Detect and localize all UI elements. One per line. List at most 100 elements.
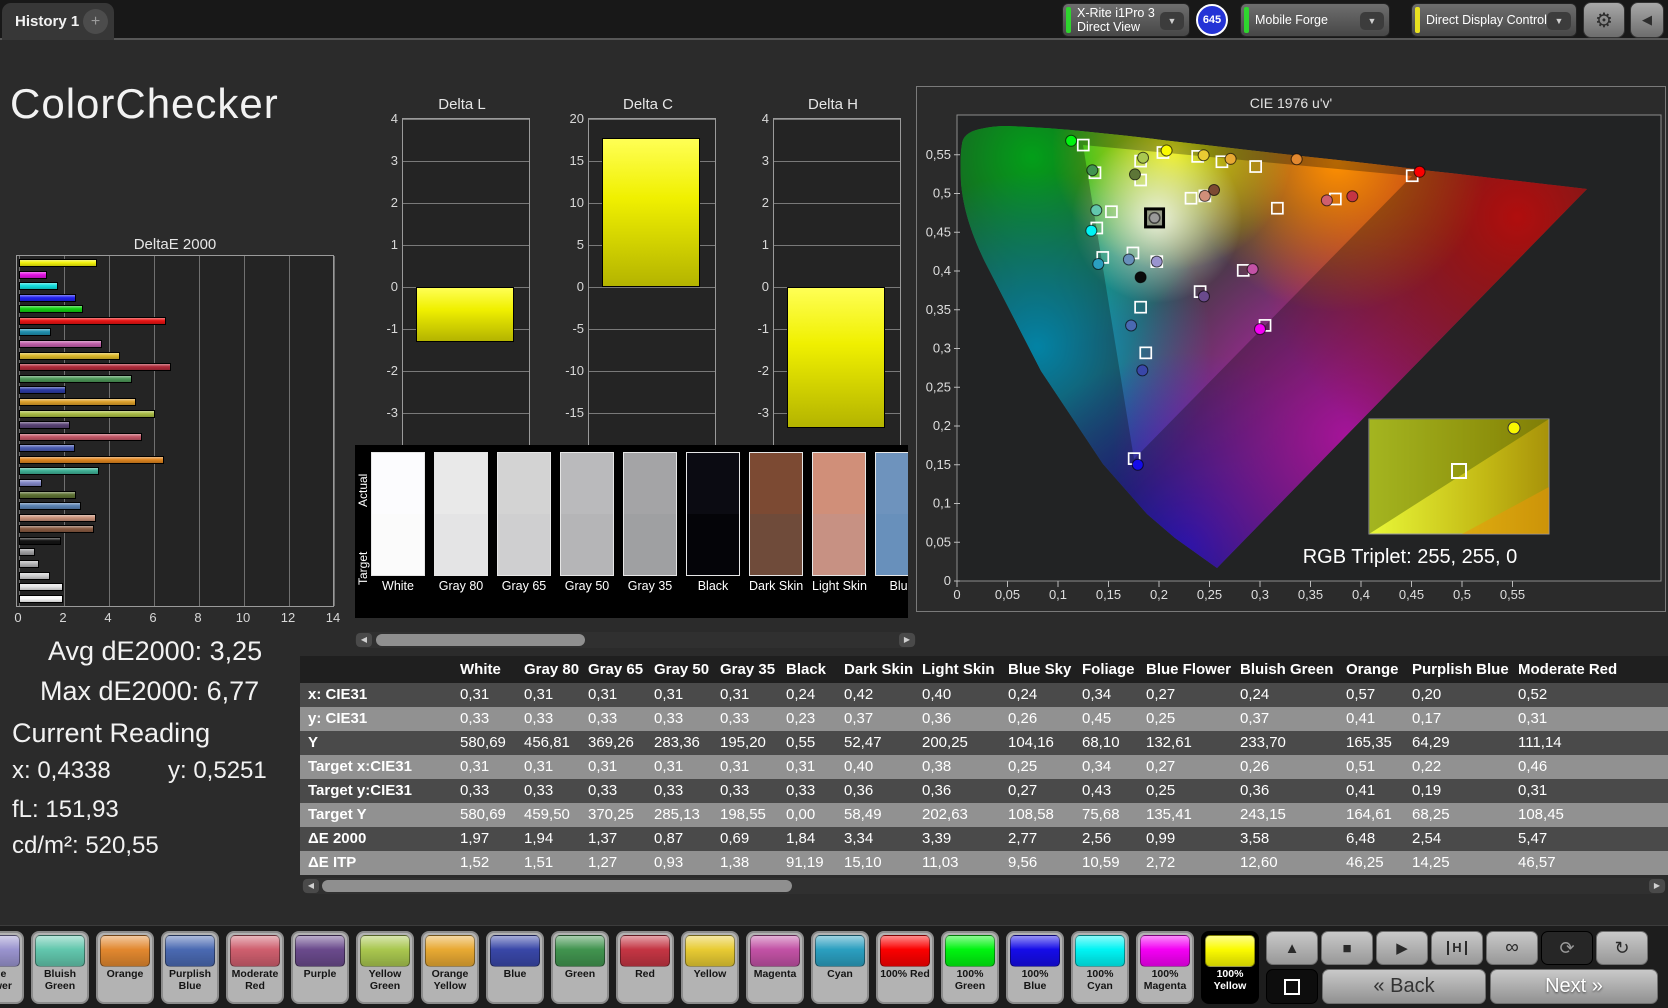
axis-tick-label: 0,05 bbox=[926, 534, 951, 549]
swatch-actual bbox=[813, 453, 865, 514]
table-scrollbar[interactable]: ◀ ▶ bbox=[302, 878, 1666, 894]
patch-button-100-cyan[interactable]: 100% Cyan bbox=[1071, 931, 1129, 1004]
pattern-size-button[interactable]: H bbox=[1431, 931, 1483, 965]
de-bar-row bbox=[19, 398, 331, 406]
swatch-scrollbar[interactable]: ◀ ▶ bbox=[355, 632, 916, 648]
back-label: « Back bbox=[1373, 975, 1434, 998]
gridline bbox=[589, 371, 715, 372]
swatch-scroll-thumb[interactable] bbox=[376, 634, 585, 646]
cie-diagram[interactable]: 00,050,10,150,20,250,30,350,40,450,50,55… bbox=[917, 87, 1665, 611]
redo-read-button[interactable]: ↻ bbox=[1596, 931, 1648, 965]
gridline bbox=[774, 119, 900, 120]
table-cell: 456,81 bbox=[516, 731, 580, 755]
collapse-panel-button[interactable]: ◀ bbox=[1630, 2, 1664, 38]
scroll-left-icon[interactable]: ◀ bbox=[303, 879, 319, 893]
de-bar-purple bbox=[19, 421, 70, 429]
patch-button-purple[interactable]: Purple bbox=[291, 931, 349, 1004]
back-button[interactable]: « Back bbox=[1322, 969, 1486, 1004]
next-button[interactable]: Next » bbox=[1490, 969, 1658, 1004]
patch-button-blue[interactable]: Blue bbox=[486, 931, 544, 1004]
scroll-right-icon[interactable]: ▶ bbox=[899, 633, 915, 647]
patch-color-chip bbox=[295, 935, 345, 967]
patch-button-purplish-blue[interactable]: Purplish Blue bbox=[161, 931, 219, 1004]
axis-tick-label: 0,45 bbox=[926, 224, 951, 239]
table-cell: 2,72 bbox=[1138, 851, 1232, 875]
table-cell: 370,25 bbox=[580, 803, 646, 827]
patch-button-100-magenta[interactable]: 100% Magenta bbox=[1136, 931, 1194, 1004]
chevron-down-icon[interactable]: ▼ bbox=[1547, 12, 1571, 30]
table-cell: 0,41 bbox=[1338, 707, 1404, 731]
de-bar-gray-35 bbox=[19, 548, 35, 556]
measured-marker bbox=[1151, 256, 1162, 267]
table-cell: 0,37 bbox=[1232, 707, 1338, 731]
patch-button-cyan[interactable]: Cyan bbox=[811, 931, 869, 1004]
patch-button-magenta[interactable]: Magenta bbox=[746, 931, 804, 1004]
continuous-read-button[interactable]: ⟳ bbox=[1541, 931, 1593, 965]
table-cell: 0,31 bbox=[580, 755, 646, 779]
patch-button-100-blue[interactable]: 100% Blue bbox=[1006, 931, 1064, 1004]
patch-button-100-red[interactable]: 100% Red bbox=[876, 931, 934, 1004]
table-scroll-thumb[interactable] bbox=[322, 880, 792, 892]
patch-button-100-green[interactable]: 100% Green bbox=[941, 931, 999, 1004]
table-cell: 0,20 bbox=[1404, 683, 1510, 707]
tab-history-1[interactable]: History 1 + bbox=[2, 3, 114, 40]
meter-dropdown[interactable]: X-Rite i1Pro 3 Direct View ▼ bbox=[1062, 3, 1190, 37]
y-tick-label: -1 bbox=[743, 321, 769, 336]
swatch-target bbox=[750, 514, 802, 575]
swatch-light-skin: Light Skin bbox=[812, 452, 866, 593]
scroll-right-icon[interactable]: ▶ bbox=[1649, 879, 1665, 893]
play-button[interactable]: ▶ bbox=[1376, 931, 1428, 965]
table-cell: 2,54 bbox=[1404, 827, 1510, 851]
patch-button-orange[interactable]: Orange bbox=[96, 931, 154, 1004]
patch-color-chip bbox=[880, 935, 930, 967]
patch-button-blue-flower[interactable]: Blue Flower bbox=[0, 931, 24, 1004]
patch-button-yellow[interactable]: Yellow bbox=[681, 931, 739, 1004]
patch-color-chip bbox=[1010, 935, 1060, 967]
patch-button-100-yellow[interactable]: 100% Yellow bbox=[1201, 931, 1259, 1004]
patch-label: Blue Flower bbox=[0, 969, 20, 992]
axis-tick-label: 0,1 bbox=[933, 496, 951, 511]
add-tab-button[interactable]: + bbox=[83, 9, 108, 34]
scroll-up-button[interactable]: ▲ bbox=[1266, 931, 1318, 965]
chevron-down-icon[interactable]: ▼ bbox=[1160, 12, 1184, 30]
stop-button[interactable]: ■ bbox=[1321, 931, 1373, 965]
patch-button-green[interactable]: Green bbox=[551, 931, 609, 1004]
swatch-patches bbox=[497, 452, 551, 576]
patch-label: 100% Magenta bbox=[1140, 969, 1190, 992]
patch-label: Magenta bbox=[750, 969, 800, 981]
de-bar-gray-65 bbox=[19, 572, 50, 580]
patch-label: 100% Cyan bbox=[1075, 969, 1125, 992]
table-cell: 165,35 bbox=[1338, 731, 1404, 755]
gridline bbox=[589, 287, 715, 288]
patch-color-chip bbox=[750, 935, 800, 967]
de-bar-100-red bbox=[19, 317, 166, 325]
table-cell: 369,26 bbox=[580, 731, 646, 755]
y-tick-label: -2 bbox=[372, 363, 398, 378]
swatch-label: Black bbox=[686, 579, 740, 593]
patch-button-orange-yellow[interactable]: Orange Yellow bbox=[421, 931, 479, 1004]
swatch-blue: Blue bbox=[875, 452, 908, 593]
scroll-left-icon[interactable]: ◀ bbox=[356, 633, 372, 647]
patch-label: Yellow bbox=[685, 969, 735, 981]
stop-icon: ■ bbox=[1342, 940, 1351, 957]
settings-button[interactable]: ⚙ bbox=[1583, 2, 1625, 38]
y-tick-label: 2 bbox=[372, 195, 398, 210]
patch-button-red[interactable]: Red bbox=[616, 931, 674, 1004]
patch-button-yellow-green[interactable]: Yellow Green bbox=[356, 931, 414, 1004]
loop-button[interactable]: ∞ bbox=[1486, 931, 1538, 965]
patch-button-bluish-green[interactable]: Bluish Green bbox=[31, 931, 89, 1004]
table-cell: 0,26 bbox=[1232, 755, 1338, 779]
y-tick-label: 0 bbox=[372, 279, 398, 294]
pattern-source-dropdown[interactable]: Mobile Forge ▼ bbox=[1240, 3, 1390, 37]
display-control-dropdown[interactable]: Direct Display Control ▼ bbox=[1411, 3, 1577, 37]
table-row: ΔE 20001,971,941,370,870,691,843,343,392… bbox=[300, 827, 1668, 851]
table-cell: 243,15 bbox=[1232, 803, 1338, 827]
swatch-actual bbox=[876, 453, 908, 514]
patch-button-moderate-red[interactable]: Moderate Red bbox=[226, 931, 284, 1004]
play-icon: ▶ bbox=[1396, 939, 1408, 957]
chevron-down-icon[interactable]: ▼ bbox=[1360, 12, 1384, 30]
gridline bbox=[334, 256, 335, 606]
pattern-window-button[interactable] bbox=[1266, 969, 1318, 1004]
x-tick-label: 14 bbox=[326, 610, 340, 625]
swatch-label: Light Skin bbox=[812, 579, 866, 593]
